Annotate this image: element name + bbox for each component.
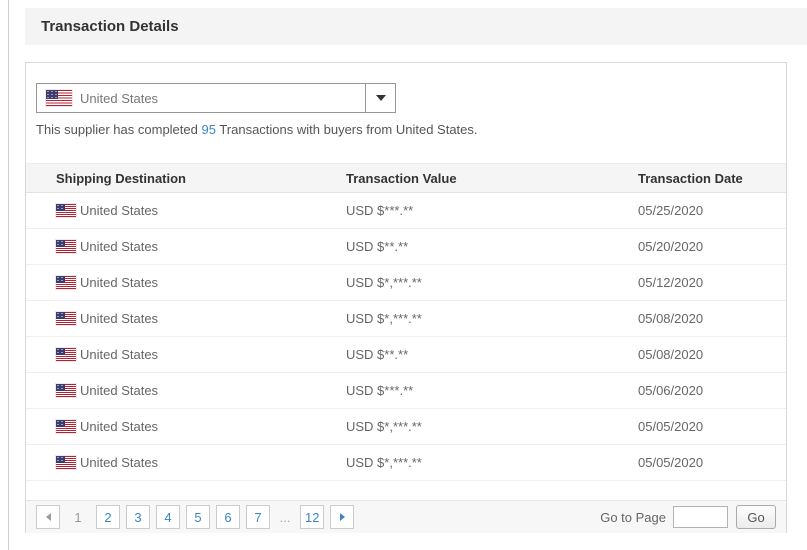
transaction-count: 95 bbox=[201, 122, 215, 137]
destination-cell: United States bbox=[80, 239, 158, 254]
next-page-button[interactable] bbox=[330, 505, 354, 529]
page-button-2[interactable]: 2 bbox=[96, 505, 120, 529]
value-cell: USD $*,***.** bbox=[346, 419, 638, 434]
current-page-indicator: 1 bbox=[66, 505, 90, 529]
us-flag-icon bbox=[56, 312, 76, 325]
us-flag-icon bbox=[46, 90, 72, 106]
next-arrow-icon bbox=[340, 513, 345, 521]
chevron-down-icon bbox=[376, 95, 386, 101]
table-row: United States USD $*,***.** 05/05/2020 bbox=[26, 445, 786, 481]
table-row: United States USD $***.** 05/06/2020 bbox=[26, 373, 786, 409]
date-cell: 05/06/2020 bbox=[638, 383, 786, 398]
prev-page-button[interactable] bbox=[36, 505, 60, 529]
country-dropdown-arrow-button[interactable] bbox=[365, 84, 395, 112]
column-header-date: Transaction Date bbox=[638, 171, 786, 186]
page-button-4[interactable]: 4 bbox=[156, 505, 180, 529]
date-cell: 05/20/2020 bbox=[638, 239, 786, 254]
page-button-6[interactable]: 6 bbox=[216, 505, 240, 529]
table-header-row: Shipping Destination Transaction Value T… bbox=[26, 163, 786, 193]
us-flag-icon bbox=[56, 456, 76, 469]
table-row: United States USD $*,***.** 05/08/2020 bbox=[26, 301, 786, 337]
page-button-3[interactable]: 3 bbox=[126, 505, 150, 529]
summary-prefix: This supplier has completed bbox=[36, 122, 201, 137]
destination-cell: United States bbox=[80, 203, 158, 218]
page-left-divider bbox=[8, 0, 9, 550]
page-button-5[interactable]: 5 bbox=[186, 505, 210, 529]
date-cell: 05/05/2020 bbox=[638, 455, 786, 470]
prev-arrow-icon bbox=[46, 513, 51, 521]
table-row: United States USD $*,***.** 05/05/2020 bbox=[26, 409, 786, 445]
destination-cell: United States bbox=[80, 347, 158, 362]
column-header-destination: Shipping Destination bbox=[26, 171, 346, 186]
date-cell: 05/08/2020 bbox=[638, 347, 786, 362]
goto-page-group: Go to Page Go bbox=[600, 505, 776, 529]
value-cell: USD $*,***.** bbox=[346, 455, 638, 470]
transaction-details-page: Transaction Details United States This s… bbox=[0, 0, 807, 550]
page-title: Transaction Details bbox=[25, 18, 179, 35]
table-row: United States USD $***.** 05/25/2020 bbox=[26, 193, 786, 229]
us-flag-icon bbox=[56, 276, 76, 289]
us-flag-icon bbox=[56, 240, 76, 253]
value-cell: USD $*,***.** bbox=[346, 275, 638, 290]
transaction-details-card: United States This supplier has complete… bbox=[25, 62, 787, 533]
country-dropdown[interactable]: United States bbox=[36, 83, 396, 113]
pagination-bar: 1 2 3 4 5 6 7 ... 12 Go to Page Go bbox=[26, 500, 786, 533]
table-row: United States USD $**.** 05/20/2020 bbox=[26, 229, 786, 265]
summary-suffix: Transactions with buyers from United Sta… bbox=[216, 122, 478, 137]
transaction-summary-text: This supplier has completed 95 Transacti… bbox=[36, 122, 478, 137]
us-flag-icon bbox=[56, 384, 76, 397]
date-cell: 05/05/2020 bbox=[638, 419, 786, 434]
section-header: Transaction Details bbox=[25, 8, 807, 45]
destination-cell: United States bbox=[80, 275, 158, 290]
column-header-value: Transaction Value bbox=[346, 171, 638, 186]
us-flag-icon bbox=[56, 204, 76, 217]
date-cell: 05/12/2020 bbox=[638, 275, 786, 290]
pagination-ellipsis: ... bbox=[276, 510, 294, 525]
date-cell: 05/08/2020 bbox=[638, 311, 786, 326]
us-flag-icon bbox=[56, 420, 76, 433]
destination-cell: United States bbox=[80, 455, 158, 470]
us-flag-icon bbox=[56, 348, 76, 361]
table-row: United States USD $*,***.** 05/12/2020 bbox=[26, 265, 786, 301]
value-cell: USD $***.** bbox=[346, 383, 638, 398]
value-cell: USD $**.** bbox=[346, 347, 638, 362]
goto-page-input[interactable] bbox=[673, 506, 728, 528]
go-button[interactable]: Go bbox=[736, 505, 776, 529]
destination-cell: United States bbox=[80, 419, 158, 434]
page-button-7[interactable]: 7 bbox=[246, 505, 270, 529]
value-cell: USD $*,***.** bbox=[346, 311, 638, 326]
transactions-table: Shipping Destination Transaction Value T… bbox=[26, 163, 786, 481]
date-cell: 05/25/2020 bbox=[638, 203, 786, 218]
page-button-12[interactable]: 12 bbox=[300, 505, 324, 529]
destination-cell: United States bbox=[80, 311, 158, 326]
value-cell: USD $***.** bbox=[346, 203, 638, 218]
destination-cell: United States bbox=[80, 383, 158, 398]
value-cell: USD $**.** bbox=[346, 239, 638, 254]
country-dropdown-value: United States bbox=[80, 91, 158, 106]
goto-page-label: Go to Page bbox=[600, 510, 666, 525]
table-row: United States USD $**.** 05/08/2020 bbox=[26, 337, 786, 373]
